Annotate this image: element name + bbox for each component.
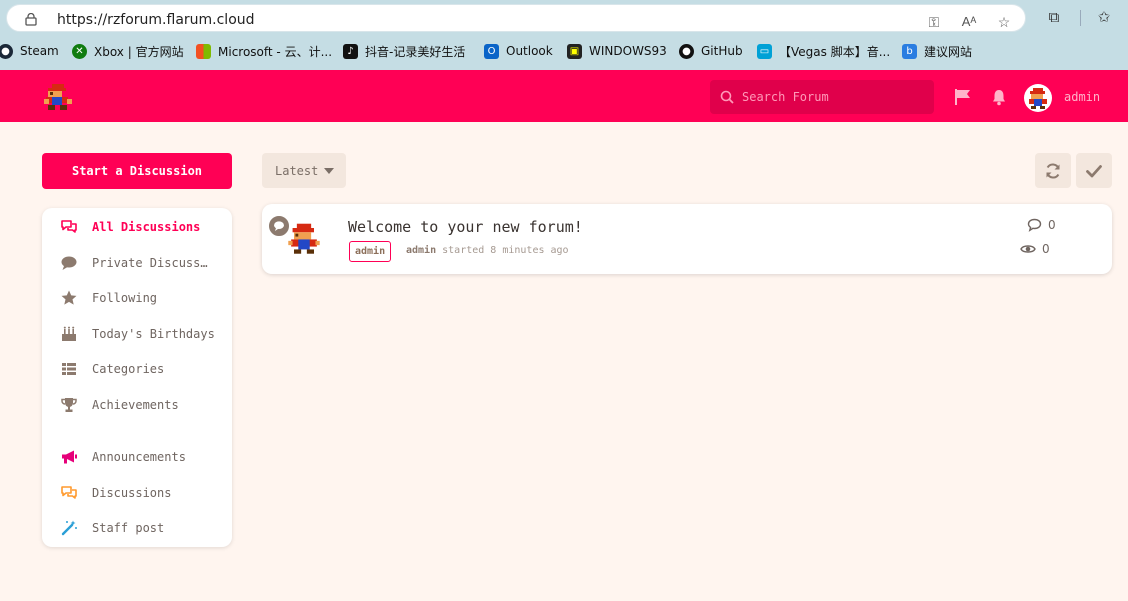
bookmarks-bar: ● Steam ✕ Xbox | 官方网站 Microsoft - 云、计...… <box>0 38 1128 64</box>
bing-icon: b <box>902 43 917 59</box>
windows93-icon: ▣ <box>567 43 582 59</box>
sidebar-item-private-discussions[interactable]: Private Discussions <box>42 252 232 274</box>
start-discussion-button[interactable]: Start a Discussion <box>42 153 232 189</box>
refresh-button[interactable] <box>1035 153 1071 188</box>
bookmark-label: Outlook <box>506 44 553 58</box>
extensions-icon[interactable]: ⧉ <box>1044 8 1064 28</box>
sort-label: Latest <box>275 164 319 178</box>
trophy-icon <box>61 398 77 412</box>
bookmark-label: WINDOWS93 <box>589 44 667 58</box>
sidebar-item-announcements[interactable]: Announcements <box>42 446 232 468</box>
comment-outline-icon <box>1027 218 1042 232</box>
cake-icon <box>62 326 76 341</box>
bookmark-label: Microsoft - 云、计... <box>218 44 333 59</box>
sidebar-item-label: Today's Birthdays <box>92 327 215 341</box>
sidebar-item-label: All Discussions <box>92 220 201 234</box>
refresh-icon <box>1046 162 1060 179</box>
lock-icon <box>25 13 37 26</box>
search-input[interactable]: Search Forum <box>710 80 934 114</box>
star-icon <box>61 290 77 305</box>
view-count: 0 <box>1020 242 1050 256</box>
sidebar-item-label: Achievements <box>92 398 179 412</box>
discussion-meta: admin started 8 minutes ago <box>406 245 569 256</box>
megaphone-icon <box>62 450 77 464</box>
sidebar-item-discussions[interactable]: Discussions <box>42 482 232 504</box>
comment-icon <box>61 256 77 270</box>
sidebar-item-all-discussions[interactable]: All Discussions <box>42 216 232 238</box>
comments-icon <box>61 486 77 499</box>
read-aloud-icon[interactable]: Aᴬ <box>960 13 978 31</box>
sidebar-item-label: Following <box>92 291 158 305</box>
address-bar[interactable]: https://rzforum.flarum.cloud ⚿ Aᴬ ☆ <box>6 4 1026 32</box>
forum-logo[interactable] <box>44 84 72 110</box>
sidebar-item-label: Discussions <box>92 486 172 500</box>
search-placeholder: Search Forum <box>742 90 829 104</box>
comments-icon <box>61 220 77 233</box>
eye-icon <box>1020 245 1036 253</box>
bookmark-label: 【Vegas 脚本】音... <box>779 44 891 59</box>
reply-count: 0 <box>1027 218 1056 232</box>
outlook-icon: O <box>484 43 499 59</box>
sidebar-item-label: Staff post <box>92 521 165 535</box>
wand-icon <box>61 520 77 536</box>
check-icon <box>1086 164 1102 177</box>
favorite-icon[interactable]: ☆ <box>995 13 1013 31</box>
xbox-icon: ✕ <box>72 43 87 59</box>
search-icon <box>720 90 734 104</box>
microsoft-icon <box>196 43 211 59</box>
sidebar-item-label: Announcements <box>92 450 186 464</box>
bookmark-label: 抖音-记录美好生活 <box>365 44 466 59</box>
bookmark-label: Xbox | 官方网站 <box>94 44 184 59</box>
sidebar-item-categories[interactable]: Categories <box>42 358 232 380</box>
flag-icon[interactable] <box>954 88 972 106</box>
user-avatar[interactable] <box>1024 84 1052 112</box>
discussion-meta-text: started 8 minutes ago <box>442 245 569 256</box>
bookmark-steam[interactable]: ● Steam <box>0 42 59 60</box>
bookmark-label: GitHub <box>701 44 743 58</box>
username-label[interactable]: admin <box>1064 90 1100 104</box>
toolbar-divider <box>1080 10 1081 26</box>
bookmark-douyin[interactable]: ♪ 抖音-记录美好生活 <box>343 42 465 60</box>
sidebar-item-birthdays[interactable]: Today's Birthdays <box>42 323 232 345</box>
mark-all-read-button[interactable] <box>1076 153 1112 188</box>
steam-icon: ● <box>0 43 13 59</box>
bookmark-suggested[interactable]: b 建议网站 <box>902 42 972 60</box>
comment-icon <box>274 221 284 231</box>
list-icon <box>62 363 76 375</box>
sidebar-item-following[interactable]: Following <box>42 287 232 309</box>
bell-icon[interactable] <box>990 88 1008 106</box>
bookmark-xbox[interactable]: ✕ Xbox | 官方网站 <box>72 42 184 60</box>
sidebar-item-label: Private Discussions <box>92 256 212 270</box>
tiktok-icon: ♪ <box>343 43 358 59</box>
bilibili-icon: ▭ <box>757 43 772 59</box>
view-count-value: 0 <box>1042 242 1050 256</box>
sidebar-item-staff-post[interactable]: Staff post <box>42 517 232 539</box>
github-icon: ● <box>679 43 694 59</box>
bookmark-windows93[interactable]: ▣ WINDOWS93 <box>567 42 667 60</box>
discussion-list-item[interactable]: Welcome to your new forum! admin admin s… <box>262 204 1112 274</box>
mario-avatar-icon <box>1029 88 1047 109</box>
sort-dropdown[interactable]: Latest <box>262 153 346 188</box>
key-icon[interactable]: ⚿ <box>925 13 943 31</box>
sidebar-item-achievements[interactable]: Achievements <box>42 394 232 416</box>
caret-down-icon <box>324 168 334 174</box>
browser-toolbar: https://rzforum.flarum.cloud ⚿ Aᴬ ☆ ⧉ ✩ … <box>0 0 1128 70</box>
bookmark-outlook[interactable]: O Outlook <box>484 42 553 60</box>
address-row: https://rzforum.flarum.cloud ⚿ Aᴬ ☆ ⧉ ✩ <box>0 0 1128 36</box>
url-text[interactable]: https://rzforum.flarum.cloud <box>57 12 255 28</box>
discussion-badge <box>267 214 291 238</box>
bookmark-microsoft[interactable]: Microsoft - 云、计... <box>196 42 332 60</box>
author-name[interactable]: admin <box>406 245 436 256</box>
bookmark-bilibili[interactable]: ▭ 【Vegas 脚本】音... <box>757 42 890 60</box>
tag-badge[interactable]: admin <box>349 241 392 262</box>
bookmark-label: 建议网站 <box>924 44 973 59</box>
bookmark-label: Steam <box>20 44 59 58</box>
bookmark-github[interactable]: ● GitHub <box>679 42 743 60</box>
reply-count-value: 0 <box>1048 218 1056 232</box>
discussion-title[interactable]: Welcome to your new forum! <box>348 218 583 236</box>
favorites-icon[interactable]: ✩ <box>1094 8 1114 28</box>
sidebar-item-label: Categories <box>92 362 165 376</box>
sidebar-nav: All Discussions Private Discussions Foll… <box>42 208 232 547</box>
